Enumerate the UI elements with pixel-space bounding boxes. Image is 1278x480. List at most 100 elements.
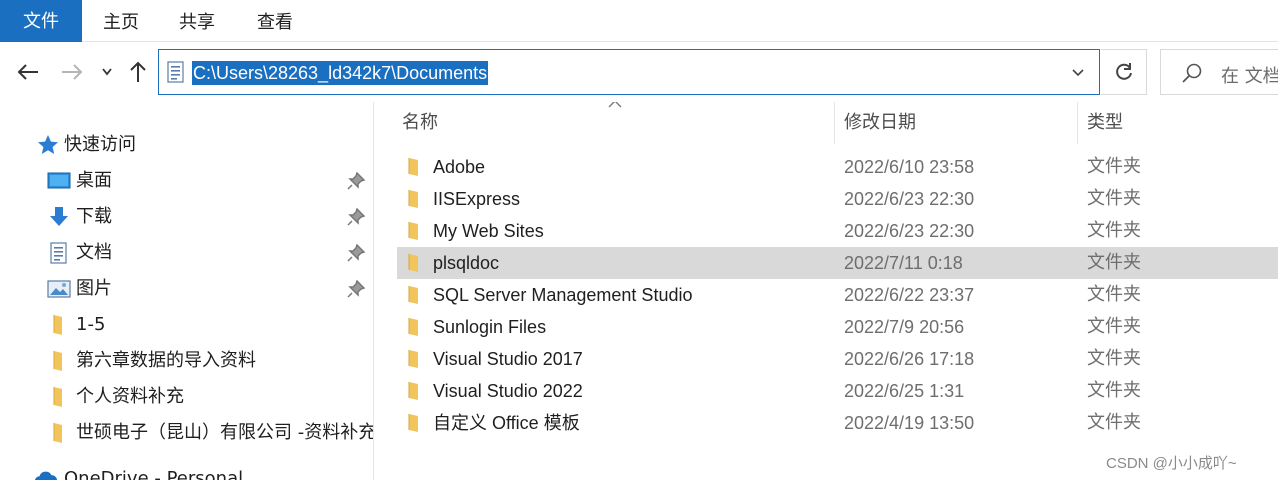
column-divider[interactable]	[834, 102, 835, 144]
watermark-text: CSDN @小小成吖~	[1106, 455, 1237, 472]
address-bar[interactable]: C:\Users\28263_ld342k7\Documents	[158, 49, 1100, 95]
sidebar-item-label: 快速访问	[64, 134, 136, 155]
column-header-name[interactable]: 名称	[402, 102, 438, 144]
tab-file[interactable]: 文件	[0, 0, 82, 42]
navigation-pane: 快速访问 桌面 下载 文档 图片 1-5 第六章数据的导入资料 个人资料补充 世…	[0, 102, 374, 480]
table-row[interactable]: My Web Sites 2022/6/23 22:30 文件夹	[397, 215, 1278, 247]
navigation-bar: C:\Users\28263_ld342k7\Documents 在 文档	[0, 42, 1278, 102]
table-row[interactable]: Visual Studio 2022 2022/6/25 1:31 文件夹	[397, 375, 1278, 407]
sidebar-item-label: 图片	[76, 278, 112, 299]
folder-icon	[408, 254, 418, 272]
picture-icon	[47, 277, 71, 301]
file-name: Visual Studio 2022	[433, 381, 583, 401]
search-box[interactable]: 在 文档	[1160, 49, 1278, 95]
file-date: 2022/6/10 23:58	[844, 157, 975, 177]
table-row[interactable]: IISExpress 2022/6/23 22:30 文件夹	[397, 183, 1278, 215]
pin-icon[interactable]	[347, 280, 365, 298]
table-row[interactable]: 自定义 Office 模板 2022/4/19 13:50 文件夹	[397, 407, 1278, 439]
arrow-up-icon	[130, 61, 146, 82]
folder-icon	[47, 313, 71, 337]
sidebar-item-label: OneDrive - Personal	[64, 468, 244, 480]
ribbon-tabs: 文件 主页 共享 查看	[0, 0, 1278, 42]
table-row[interactable]: SQL Server Management Studio 2022/6/22 2…	[397, 279, 1278, 311]
chevron-down-icon	[1072, 69, 1084, 77]
document-icon	[167, 61, 184, 83]
file-type: 文件夹	[1087, 156, 1141, 177]
file-date: 2022/6/26 17:18	[844, 349, 975, 369]
folder-icon	[47, 385, 71, 409]
up-button[interactable]	[122, 56, 154, 88]
file-date: 2022/6/23 22:30	[844, 189, 975, 209]
address-dropdown-button[interactable]	[1067, 62, 1089, 84]
file-type: 文件夹	[1087, 188, 1141, 209]
pin-icon[interactable]	[347, 244, 365, 262]
tab-share[interactable]: 共享	[160, 0, 234, 42]
table-row[interactable]: Adobe 2022/6/10 23:58 文件夹	[397, 151, 1278, 183]
folder-icon	[408, 286, 418, 304]
folder-icon	[408, 190, 418, 208]
column-divider[interactable]	[1077, 102, 1078, 144]
search-placeholder: 在 文档	[1221, 66, 1278, 87]
sidebar-item-quick-access[interactable]: 快速访问	[0, 129, 373, 161]
folder-icon	[408, 158, 418, 176]
sidebar-item-pictures[interactable]: 图片	[0, 273, 373, 305]
file-date: 2022/6/25 1:31	[844, 381, 965, 401]
sidebar-item-label: 桌面	[76, 170, 112, 191]
folder-icon	[408, 382, 418, 400]
sidebar-item-documents[interactable]: 文档	[0, 237, 373, 269]
folder-icon	[47, 349, 71, 373]
table-row[interactable]: Sunlogin Files 2022/7/9 20:56 文件夹	[397, 311, 1278, 343]
refresh-button[interactable]	[1101, 49, 1147, 95]
forward-button[interactable]	[56, 56, 88, 88]
sidebar-item-label: 世硕电子（昆山）有限公司 -资料补充	[76, 422, 374, 443]
file-date: 2022/7/11 0:18	[844, 253, 963, 273]
table-row-selected[interactable]: plsqldoc 2022/7/11 0:18 文件夹	[397, 247, 1278, 279]
address-path[interactable]: C:\Users\28263_ld342k7\Documents	[192, 61, 489, 85]
file-type: 文件夹	[1087, 252, 1141, 273]
sidebar-item-folder-1-5[interactable]: 1-5	[0, 309, 373, 341]
back-button[interactable]	[12, 56, 44, 88]
sidebar-item-downloads[interactable]: 下载	[0, 201, 373, 233]
file-name: 自定义 Office 模板	[433, 413, 580, 433]
sidebar-item-label: 下载	[76, 206, 112, 227]
folder-icon	[408, 414, 418, 432]
arrow-left-icon	[17, 64, 38, 80]
tab-view[interactable]: 查看	[236, 0, 314, 42]
star-icon	[36, 133, 60, 157]
file-type: 文件夹	[1087, 348, 1141, 369]
file-name: IISExpress	[433, 189, 521, 209]
file-name: My Web Sites	[433, 221, 544, 241]
file-name: plsqldoc	[433, 253, 500, 273]
folder-icon	[47, 421, 71, 445]
file-name: SQL Server Management Studio	[433, 285, 693, 305]
pin-icon[interactable]	[347, 208, 365, 226]
desktop-icon	[47, 169, 71, 193]
sidebar-item-folder-chapter6[interactable]: 第六章数据的导入资料	[0, 345, 373, 377]
sidebar-item-folder-personal[interactable]: 个人资料补充	[0, 381, 373, 413]
folder-icon	[408, 350, 418, 368]
tab-home[interactable]: 主页	[84, 0, 158, 42]
file-date: 2022/6/23 22:30	[844, 221, 975, 241]
recent-locations-button[interactable]	[92, 56, 122, 88]
sidebar-item-desktop[interactable]: 桌面	[0, 165, 373, 197]
sidebar-item-folder-company[interactable]: 世硕电子（昆山）有限公司 -资料补充	[0, 417, 374, 449]
file-type: 文件夹	[1087, 316, 1141, 337]
table-row[interactable]: Visual Studio 2017 2022/6/26 17:18 文件夹	[397, 343, 1278, 375]
cloud-icon	[34, 467, 58, 480]
file-name: Sunlogin Files	[433, 317, 547, 337]
sidebar-item-onedrive[interactable]: OneDrive - Personal	[0, 463, 373, 480]
file-type: 文件夹	[1087, 284, 1141, 305]
sidebar-item-label: 个人资料补充	[76, 386, 184, 407]
file-date: 2022/4/19 13:50	[844, 413, 975, 433]
file-date: 2022/7/9 20:56	[844, 317, 965, 337]
folder-icon	[408, 222, 418, 240]
file-type: 文件夹	[1087, 220, 1141, 241]
file-list: 名称 修改日期 类型 Adobe 2022/6/10 23:58 文件夹 IIS…	[375, 102, 1278, 480]
column-header-date[interactable]: 修改日期	[844, 102, 916, 144]
column-header-type[interactable]: 类型	[1087, 102, 1123, 144]
file-date: 2022/6/22 23:37	[844, 285, 975, 305]
sidebar-item-label: 文档	[76, 242, 112, 263]
file-type: 文件夹	[1087, 412, 1141, 433]
pin-icon[interactable]	[347, 172, 365, 190]
arrow-right-icon	[62, 64, 83, 80]
